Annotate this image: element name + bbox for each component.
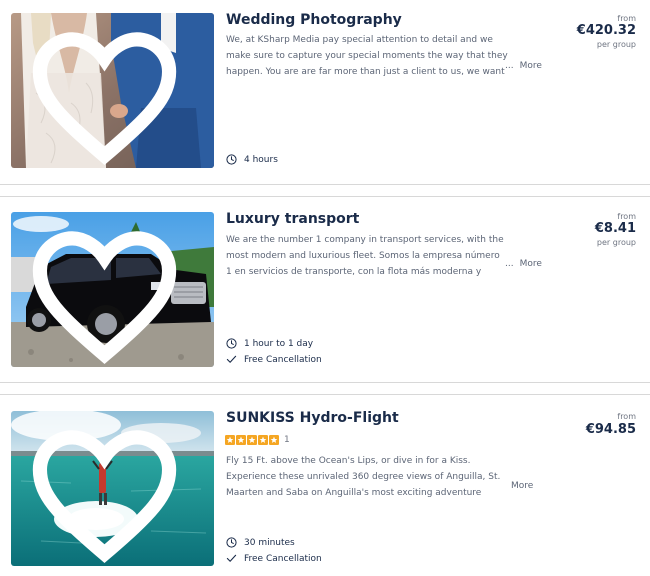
more-link[interactable]: ... More	[505, 259, 542, 269]
duration: 4 hours	[226, 154, 278, 165]
clock-icon	[226, 154, 237, 165]
listing-description: We are the number 1 company in transport…	[226, 235, 504, 277]
listing-card-wedding-photography[interactable]: Wedding Photography We, at KSharp Media …	[0, 0, 650, 190]
price-value: €420.32	[576, 23, 636, 38]
more-link[interactable]: More	[505, 481, 533, 491]
checkmark-icon	[226, 355, 237, 363]
price-unit: per group	[596, 40, 636, 49]
star-icon	[247, 435, 257, 445]
price-unit: per group	[596, 238, 636, 247]
listing-card-sunkiss-hydro-flight[interactable]: SUNKISS Hydro-Flight 1 Fly 15 Ft. above …	[0, 395, 650, 576]
clock-icon	[226, 537, 237, 548]
listing-thumbnail[interactable]	[11, 212, 214, 367]
free-cancellation: Free Cancellation	[226, 354, 322, 365]
divider	[0, 382, 650, 383]
activity-list: Wedding Photography We, at KSharp Media …	[0, 0, 650, 576]
free-cancellation: Free Cancellation	[226, 553, 322, 564]
price-value: €94.85	[585, 422, 636, 437]
price-from-label: from	[617, 212, 636, 221]
price-value: €8.41	[594, 221, 636, 236]
star-icon	[269, 435, 279, 445]
star-icon	[236, 435, 246, 445]
star-icon	[258, 435, 268, 445]
clock-icon	[226, 338, 237, 349]
price-from-label: from	[617, 14, 636, 23]
duration: 1 hour to 1 day	[226, 338, 313, 349]
listing-thumbnail[interactable]	[11, 411, 214, 566]
listing-card-luxury-transport[interactable]: Luxury transport We are the number 1 com…	[0, 197, 650, 382]
star-icon	[225, 435, 235, 445]
star-rating: 1	[225, 435, 290, 445]
listing-description: We, at KSharp Media pay special attentio…	[226, 35, 508, 77]
price-from-label: from	[617, 412, 636, 421]
heart-icon[interactable]	[11, 219, 206, 367]
listing-thumbnail[interactable]	[11, 13, 214, 168]
checkmark-icon	[226, 554, 237, 562]
duration: 30 minutes	[226, 537, 295, 548]
divider	[0, 184, 650, 185]
listing-title[interactable]: Wedding Photography	[226, 12, 402, 28]
heart-icon[interactable]	[11, 418, 206, 566]
more-link[interactable]: ... More	[505, 61, 542, 71]
listing-description: Fly 15 Ft. above the Ocean's Lips, or di…	[226, 456, 501, 498]
listing-title[interactable]: Luxury transport	[226, 211, 359, 227]
heart-icon[interactable]	[11, 20, 206, 168]
rating-count: 1	[284, 435, 290, 445]
listing-title[interactable]: SUNKISS Hydro-Flight	[226, 410, 399, 426]
